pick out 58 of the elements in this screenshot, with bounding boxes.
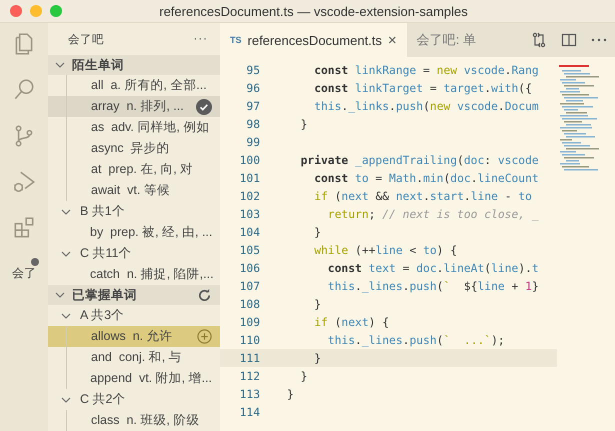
group-header[interactable]: C 共11个: [48, 243, 220, 264]
code-line: 108 }: [238, 296, 322, 312]
section-header[interactable]: 已掌握单词: [48, 285, 220, 305]
word-item[interactable]: await vt. 等候: [48, 180, 220, 201]
code-line: 96 const linkTarget = target.with({: [245, 80, 533, 96]
zoom-light[interactable]: [50, 5, 62, 17]
add-icon[interactable]: [197, 329, 212, 344]
word-item[interactable]: async 异步的: [48, 138, 220, 159]
chevron-icon: [55, 62, 65, 68]
refresh-icon[interactable]: [197, 288, 212, 302]
more-icon[interactable]: [591, 38, 607, 42]
word-item[interactable]: at prep. 在, 向, 对: [48, 159, 220, 180]
code-line: 95 const linkRange = new vscode.Rang: [245, 62, 540, 78]
word-item[interactable]: array n. 排列, ...: [48, 96, 220, 117]
word-item[interactable]: allows n. 允许: [48, 326, 220, 347]
code-line: 99: [245, 134, 261, 150]
debug-icon[interactable]: [11, 169, 37, 195]
chevron-icon: [61, 250, 71, 256]
code-line: 112 }: [238, 368, 308, 384]
code-line: 107 this._lines.push(` ${line + 1}: [238, 278, 540, 295]
word-item[interactable]: as adv. 同样地, 例如: [48, 117, 220, 138]
chevron-icon: [61, 396, 71, 402]
code-line: 103 return; // next is too close, _: [238, 206, 540, 223]
editor-tab[interactable]: TS referencesDocument.ts ×: [220, 23, 407, 57]
chevron-icon: [61, 312, 71, 318]
code-line: 109 if (next) {: [238, 314, 390, 330]
group-header[interactable]: B 共1个: [48, 201, 220, 222]
code-line: 105 while (++line < to) {: [238, 242, 458, 258]
code-line: 100 private _appendTrailing(doc: vscode: [238, 152, 540, 169]
code-line: 114: [238, 404, 261, 420]
group-header[interactable]: A 共3个: [48, 305, 220, 326]
sidebar-title: 会了吧: [68, 32, 104, 46]
compare-icon[interactable]: [531, 32, 547, 48]
code-line: 101 const to = Math.min(doc.lineCount: [238, 170, 540, 186]
word-item[interactable]: by prep. 被, 经, 由, ...: [48, 222, 220, 243]
code-line: 110 this._lines.push(` ...`);: [238, 332, 506, 349]
check-icon[interactable]: [196, 98, 212, 114]
code-line: 102 if (next && next.start.line - to: [238, 188, 533, 204]
code-line: 97 this._links.push(new vscode.Docum: [245, 98, 540, 115]
code-line: 106 const text = doc.lineAt(line).t: [238, 260, 540, 276]
code-line: 98 }: [245, 116, 308, 132]
chevron-icon: [61, 208, 71, 214]
code-line: 113 }: [238, 386, 295, 402]
section-header[interactable]: 陌生单词: [48, 55, 220, 75]
word-item[interactable]: and conj. 和, 与: [48, 347, 220, 368]
group-header[interactable]: C 共2个: [48, 389, 220, 410]
close-light[interactable]: [10, 5, 22, 17]
more-button[interactable]: ···: [194, 33, 208, 45]
code-line: 104 }: [238, 224, 322, 240]
word-item[interactable]: class n. 班级, 阶级: [48, 410, 220, 431]
minimize-light[interactable]: [30, 5, 42, 17]
split-editor-icon[interactable]: [561, 32, 577, 48]
extension-tab[interactable]: 会了: [11, 265, 37, 282]
chevron-icon: [55, 292, 65, 298]
word-item[interactable]: catch n. 捕捉, 陷阱,...: [48, 264, 220, 285]
window-title: referencesDocument.ts — vscode-extension-samples: [158, 4, 469, 18]
word-item[interactable]: all a. 所有的, 全部...: [48, 75, 220, 96]
word-item[interactable]: append vt. 附加, 增...: [48, 368, 220, 389]
